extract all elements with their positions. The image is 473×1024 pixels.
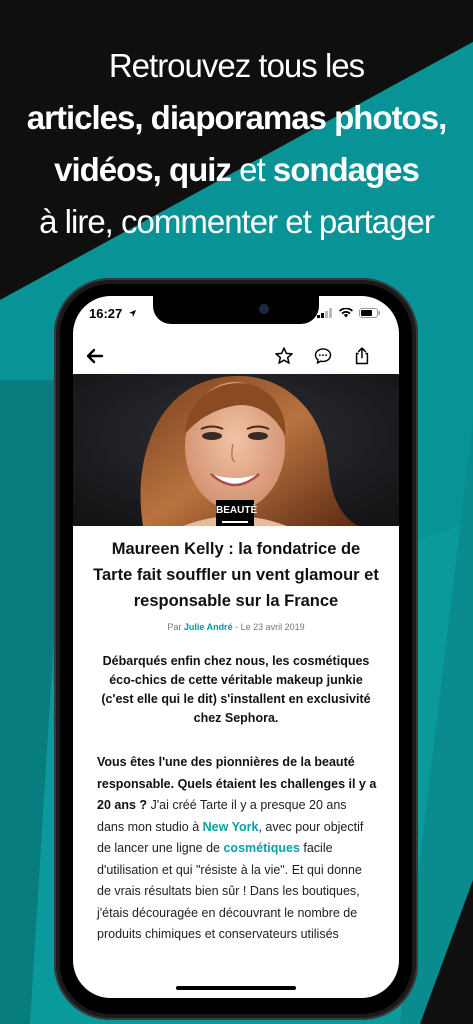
article-title: Maureen Kelly : la fondatrice de Tarte f… (93, 540, 379, 610)
wifi-icon (339, 308, 353, 318)
cosmetiques-link[interactable]: cosmétiques (223, 841, 299, 855)
cellular-icon (317, 308, 332, 318)
author-link[interactable]: Julie André (184, 622, 233, 632)
article-byline: Par Julie André - Le 23 avril 2019 (73, 622, 399, 632)
article-body: Vous êtes l'une des pionnières de la bea… (97, 752, 377, 946)
comments-button[interactable] (309, 342, 337, 370)
status-icons (317, 308, 381, 318)
article-lead: Débarqués enfin chez nous, les cosmétiqu… (101, 654, 371, 725)
share-button[interactable] (348, 342, 376, 370)
comment-icon (314, 348, 332, 364)
share-icon (355, 347, 369, 365)
article-date: - Le 23 avril 2019 (232, 622, 305, 632)
status-time: 16:27 (89, 306, 137, 321)
article-toolbar (73, 338, 399, 374)
location-arrow-icon (128, 309, 136, 318)
promo-headline: Retrouvez tous les articles, diaporamas … (0, 40, 473, 248)
category-badge[interactable]: BEAUTÉ (216, 500, 257, 526)
favorite-button[interactable] (270, 342, 298, 370)
new-york-link[interactable]: New York (203, 820, 259, 834)
promo-line-3: vidéos, quiz et sondages (0, 144, 473, 196)
back-arrow-icon (86, 348, 104, 364)
phone-screen: 16:27 BEAUTÉ Maureen Kelly: la fondatri… (73, 296, 399, 998)
promo-line-2: articles, diaporamas photos, (0, 92, 473, 144)
home-indicator[interactable] (176, 986, 296, 990)
article-content: Maureen Kelly : la fondatrice de Tarte f… (73, 536, 399, 946)
byline-prefix: Par (167, 622, 184, 632)
bottom-fade (73, 958, 399, 998)
promo-videos-quiz: vidéos, quiz (54, 151, 232, 188)
promo-sondages: sondages (272, 151, 420, 188)
back-button[interactable] (81, 342, 109, 370)
promo-et: et (230, 151, 273, 188)
notch (153, 296, 319, 324)
star-icon (275, 347, 293, 364)
body-text-3: facile d'utilisation et qui "résiste à l… (97, 841, 362, 941)
status-time-text: 16:27 (89, 306, 123, 321)
promo-line-2-text: articles, diaporamas photos, (26, 99, 447, 136)
promo-line-4: à lire, commenter et partager (39, 203, 435, 240)
camera (259, 304, 269, 314)
battery-icon (359, 308, 380, 318)
promo-line-1: Retrouvez tous les (108, 47, 365, 84)
